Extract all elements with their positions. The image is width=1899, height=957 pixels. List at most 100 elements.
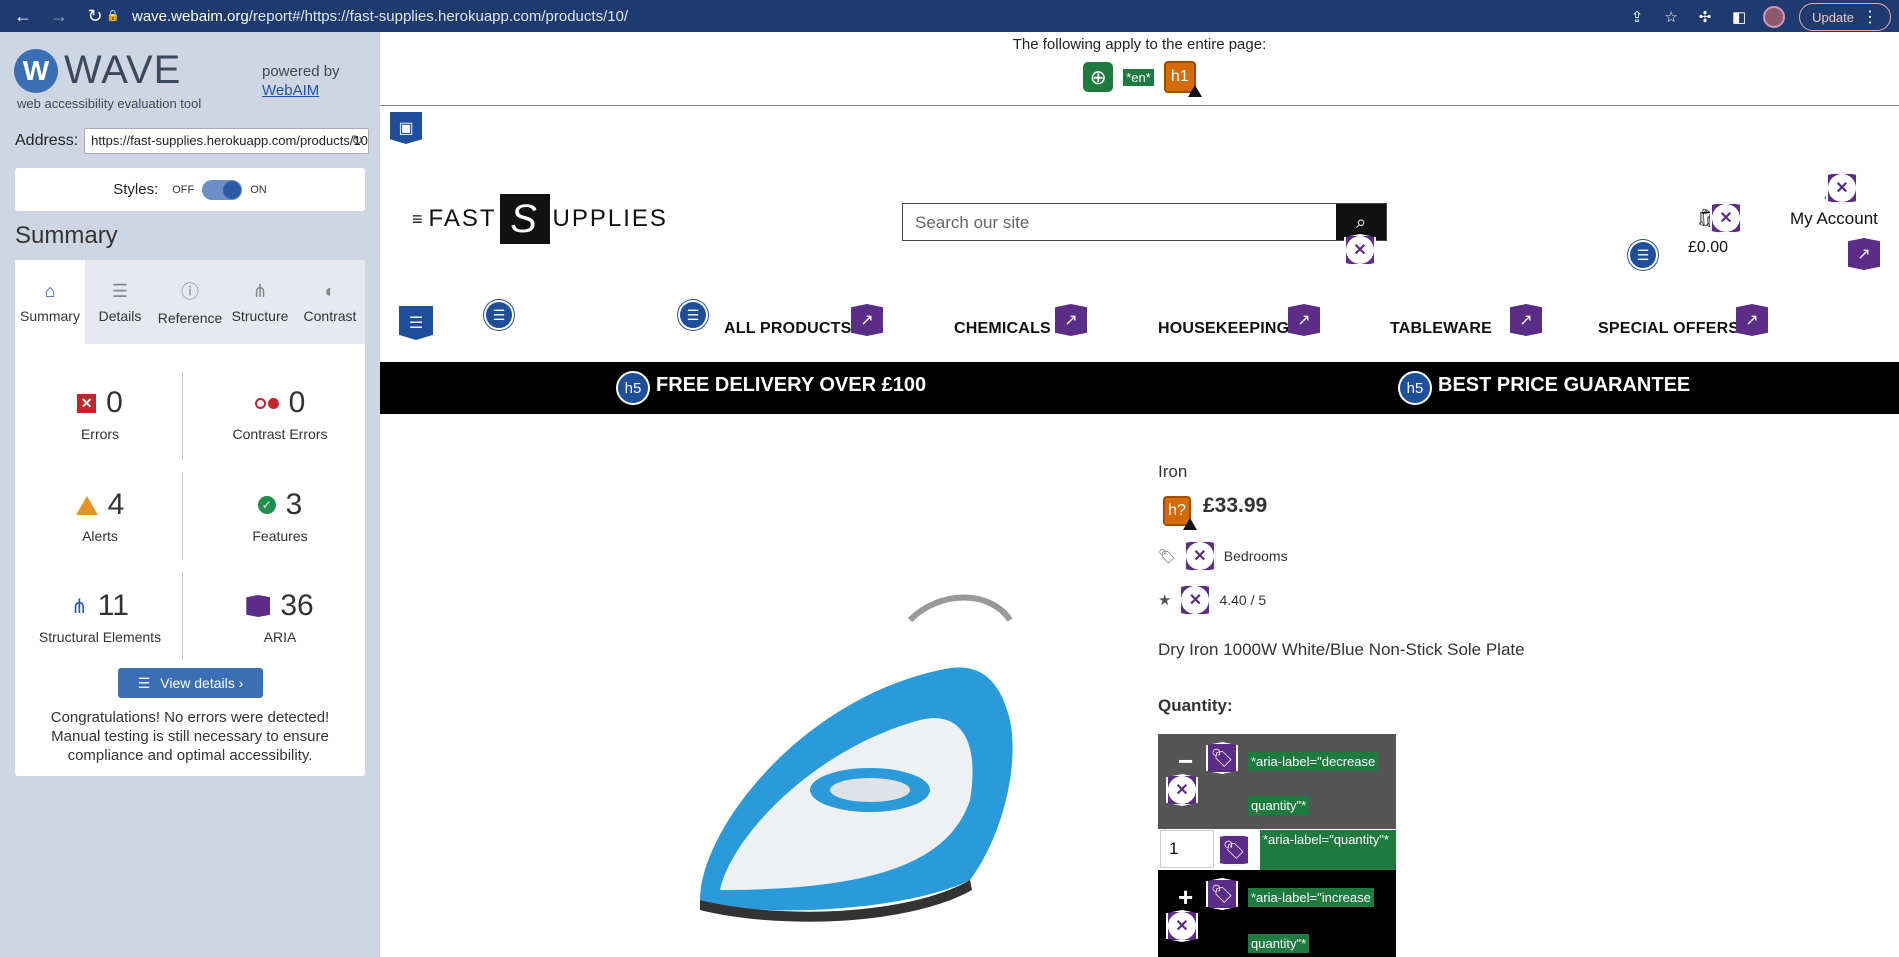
address-bar[interactable]: 🔒 wave.webaim.org /report#/https://fast-… (106, 3, 1700, 29)
home-icon: ⌂ (44, 280, 56, 301)
quantity-input[interactable]: 1 (1160, 830, 1214, 868)
browser-nav: ← → ↻ (0, 3, 110, 29)
tab-contrast[interactable]: ◐ Contrast (295, 260, 365, 344)
contrast-stat[interactable]: 0 Contrast Errors (200, 386, 360, 442)
logo-lines-icon: ≡ (412, 208, 425, 229)
product-description: Dry Iron 1000W White/Blue Non-Stick Sole… (1158, 640, 1525, 659)
evaluated-page: The following apply to the entire page: … (380, 32, 1899, 957)
page-level-panel: The following apply to the entire page: … (380, 32, 1899, 106)
share-icon[interactable]: ⇪ (1627, 7, 1647, 27)
address-value: https://fast-supplies.herokuapp.com/prod… (91, 133, 370, 148)
list-feature-icon[interactable]: ☰ (1628, 240, 1658, 270)
applies-text: The following apply to the entire page: (1012, 36, 1267, 53)
tab-label: Reference (157, 310, 223, 326)
menu-item-housekeeping[interactable]: HOUSEKEEPING (1158, 320, 1289, 338)
tag-icon: 🏷 (1158, 547, 1176, 564)
h1-tag: h1 (1170, 68, 1189, 85)
link-icon[interactable]: ↗ (1848, 238, 1880, 270)
features-stat[interactable]: ✓ 3 Features (200, 488, 360, 544)
alert-mini-icon (1187, 85, 1202, 97)
aria-icon[interactable]: ✕ (1179, 584, 1212, 616)
menu-item-special-offers[interactable]: SPECIAL OFFERS (1598, 320, 1739, 338)
browser-actions: ⇪ ☆ ✣ ◧ Update ⋮ (1627, 3, 1891, 31)
tab-details[interactable]: ☰ Details (85, 260, 155, 344)
alerts-stat[interactable]: 4 Alerts (20, 488, 180, 544)
aria-label-icon[interactable]: 🏷 (1218, 834, 1250, 866)
structure-icon: ⋔ (71, 595, 88, 618)
aria-label-icon[interactable]: 🏷 (1206, 878, 1238, 910)
address-input[interactable]: https://fast-supplies.herokuapp.com/prod… (84, 128, 370, 154)
back-icon[interactable]: ← (8, 3, 38, 29)
tab-structure[interactable]: ⋔ Structure (225, 260, 295, 344)
update-button[interactable]: Update ⋮ (1799, 3, 1891, 31)
webaim-link[interactable]: WebAIM (262, 82, 319, 99)
contrast-label: Contrast Errors (232, 426, 328, 442)
errors-stat[interactable]: ✕ 0 Errors (20, 386, 180, 442)
refresh-icon[interactable]: ↻ (351, 132, 363, 149)
styles-off-label: OFF (172, 183, 195, 196)
decrease-button[interactable]: − 🏷 ✕ *aria-label="decrease quantity"* (1158, 734, 1396, 829)
wave-tabs: ⌂ Summary ☰ Details ⓘ Reference ⋔ Struct… (15, 260, 365, 344)
sidepanel-icon[interactable]: ◧ (1729, 7, 1749, 27)
aria-label-icon[interactable]: 🏷 (1206, 742, 1238, 774)
wave-subtitle: web accessibility evaluation tool (17, 96, 202, 111)
heading-alert-icon[interactable]: h? (1163, 496, 1197, 530)
link-icon[interactable]: ↗ (1288, 304, 1320, 336)
header-region-icon[interactable]: ▣ (390, 112, 422, 144)
tab-summary[interactable]: ⌂ Summary (15, 260, 85, 344)
aria-icon (246, 595, 271, 617)
aria-icon[interactable]: ✕ (1183, 540, 1216, 572)
aria-icon[interactable]: ✕ (1166, 774, 1198, 806)
menu-item-chemicals[interactable]: CHEMICALS (954, 320, 1051, 338)
view-details-button[interactable]: ☰ View details › (118, 668, 263, 698)
h1-alert-icon[interactable]: h1 (1163, 61, 1202, 97)
features-label: Features (252, 528, 308, 544)
link-icon[interactable]: ↗ (1055, 304, 1087, 336)
aria-label-decrease-2: quantity"* (1248, 796, 1310, 815)
h5-icon[interactable]: h5 (1398, 371, 1432, 405)
product-category[interactable]: Bedrooms (1224, 548, 1288, 564)
product-image (700, 594, 1013, 922)
aria-cart-icon[interactable]: ✕ (1710, 202, 1742, 234)
styles-toggle[interactable] (202, 179, 243, 200)
stat-divider (182, 572, 183, 660)
view-details-label: View details › (160, 675, 244, 691)
aria-label-decrease-1: *aria-label="decrease (1248, 752, 1379, 771)
banner-best-price: BEST PRICE GUARANTEE (1438, 374, 1691, 396)
site-logo[interactable]: ≡ FAST S UPPLIES (412, 194, 668, 244)
menu-item-all-products[interactable]: ALL PRODUCTS (724, 320, 851, 338)
category-row: 🏷 ✕ Bedrooms (1158, 540, 1288, 572)
alerts-count: 4 (107, 488, 125, 521)
aria-icon[interactable]: ✕ (1166, 910, 1198, 942)
link-icon[interactable]: ↗ (851, 304, 883, 336)
structural-stat[interactable]: ⋔ 11 Structural Elements (20, 589, 180, 645)
forward-icon[interactable]: → (44, 3, 74, 29)
h5-icon[interactable]: h5 (616, 371, 650, 405)
link-icon[interactable]: ↗ (1510, 304, 1542, 336)
language-icon[interactable]: ⊕ (1083, 62, 1114, 92)
profile-avatar[interactable] (1763, 6, 1786, 28)
product-price: £33.99 (1203, 494, 1268, 517)
search-icon: ⌕ (1355, 211, 1367, 232)
link-icon[interactable]: ↗ (1736, 304, 1768, 336)
quantity-label: Quantity: (1158, 696, 1233, 715)
close-icon: ✕ (1346, 236, 1374, 264)
search-input[interactable]: Search our site (903, 204, 1336, 240)
menu-item-tableware[interactable]: TABLEWARE (1390, 320, 1492, 338)
stat-divider (182, 372, 183, 460)
increase-button[interactable]: + 🏷 ✕ *aria-label="increase quantity"* (1158, 870, 1396, 957)
powered-by: powered by WebAIM (262, 62, 340, 100)
aria-button-icon[interactable]: ✕ (1344, 234, 1376, 266)
tab-reference[interactable]: ⓘ Reference (155, 260, 225, 344)
star-icon[interactable]: ☆ (1661, 7, 1681, 27)
aria-stat[interactable]: 36 ARIA (200, 589, 360, 645)
url-path: /report#/https://fast-supplies.herokuapp… (248, 7, 629, 25)
aria-account-icon[interactable]: ✕ (1826, 172, 1858, 204)
toggle-knob (223, 180, 242, 199)
product-name: Iron (1158, 462, 1188, 481)
errors-label: Errors (80, 426, 120, 442)
aria-count: 36 (280, 589, 314, 622)
extensions-icon[interactable]: ✣ (1695, 7, 1715, 27)
wave-sidebar: W WAVE web accessibility evaluation tool… (0, 32, 380, 957)
aria-label: ARIA (263, 629, 297, 645)
